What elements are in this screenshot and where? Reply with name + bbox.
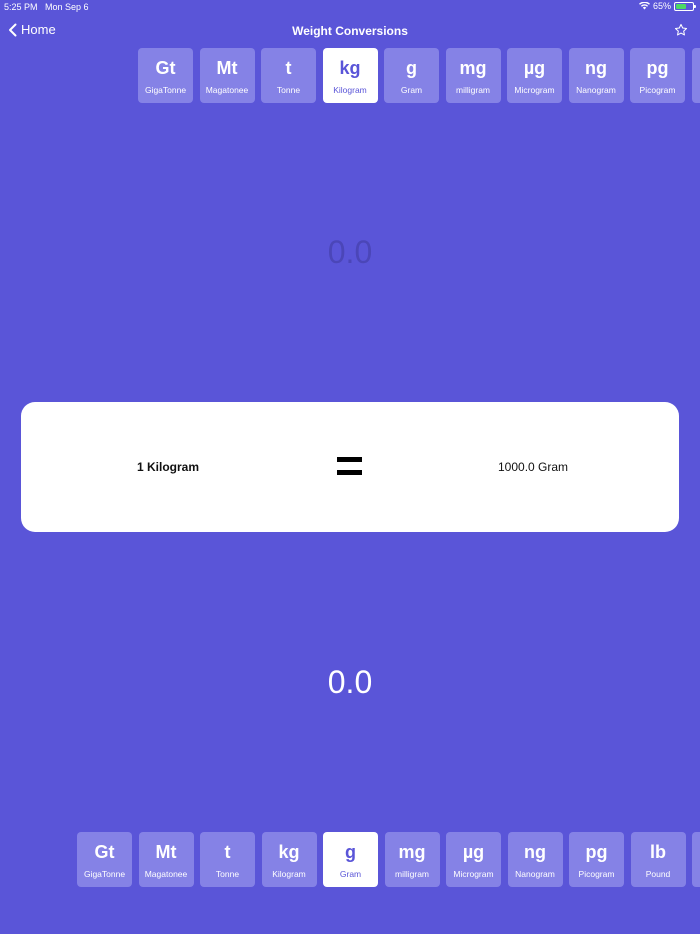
unit-tile-milligram[interactable]: mg milligram — [384, 832, 440, 887]
battery-icon — [674, 1, 696, 11]
unit-tile-nanogram[interactable]: ng Nanogram — [568, 48, 624, 103]
unit-symbol: Mt — [155, 842, 177, 862]
unit-name: Tonne — [215, 869, 240, 879]
unit-name: Kilogram — [333, 85, 367, 95]
unit-symbol: g — [406, 58, 417, 78]
unit-tile-kilogram[interactable]: kg Kilogram — [322, 48, 378, 103]
unit-symbol: ng — [524, 842, 546, 862]
status-date: Mon Sep 6 — [45, 2, 89, 12]
unit-symbol: µg — [462, 842, 485, 862]
unit-name: Pound — [645, 869, 671, 879]
unit-tile-nanogram[interactable]: ng Nanogram — [507, 832, 563, 887]
unit-tile-microgram[interactable]: µg Microgram — [446, 832, 501, 887]
equals-icon — [337, 457, 362, 476]
unit-symbol: Mt — [216, 58, 238, 78]
to-unit-selector: Gt GigaTonne Mt Magatonee t Tonne kg Kilogram g G… — [0, 832, 700, 888]
unit-tile-gigatonne[interactable]: Gt GigaTonne — [138, 48, 193, 103]
unit-symbol: Gt — [155, 58, 176, 78]
unit-name: milligram — [456, 85, 490, 95]
star-icon — [674, 23, 688, 36]
unit-name: Microgram — [514, 85, 555, 95]
unit-symbol: mg — [459, 58, 487, 78]
unit-symbol: mg — [398, 842, 426, 862]
nav-bar: Home Weight Conversions — [0, 18, 700, 44]
page-title: Weight Conversions — [292, 24, 408, 38]
unit-name: Picogram — [639, 85, 676, 95]
status-bar: 5:25 PM Mon Sep 6 65% — [0, 0, 700, 14]
unit-symbol: pg — [585, 842, 608, 862]
input-value[interactable]: 0.0 — [0, 234, 700, 271]
unit-name: GigaTonne — [144, 85, 187, 95]
unit-name: Magatonee — [205, 85, 249, 95]
unit-symbol: kg — [278, 842, 300, 862]
unit-symbol: Gt — [94, 842, 115, 862]
unit-tile-milligram[interactable]: mg milligram — [445, 48, 501, 103]
unit-symbol: t — [224, 842, 231, 862]
status-right: 65% — [638, 1, 696, 11]
unit-tile-microgram[interactable]: µg Microgram — [507, 48, 562, 103]
conversion-card: 1 Kilogram 1000.0 Gram — [21, 402, 679, 532]
unit-tile-picogram[interactable]: pg Picogram — [569, 832, 624, 887]
unit-tile-tonne[interactable]: t Tonne — [261, 48, 316, 103]
unit-name: Nanogram — [576, 85, 616, 95]
unit-name: Gram — [400, 85, 423, 95]
from-unit-selector: Gt GigaTonne Mt Magatonee t Tonne kg Kilogram g G… — [0, 48, 700, 104]
unit-name: GigaTonne — [83, 869, 126, 879]
unit-name: Gram — [339, 869, 362, 879]
favorite-button[interactable] — [674, 23, 688, 42]
battery-percent: 65% — [652, 1, 671, 11]
unit-symbol: kg — [339, 58, 361, 78]
unit-name: Nanogram — [515, 869, 555, 879]
battery-fill — [676, 3, 687, 9]
unit-name: Kilogram — [272, 869, 306, 879]
unit-tile-magatonee[interactable]: Mt Magatonee — [199, 48, 255, 103]
unit-tile-tonne[interactable]: t Tonne — [200, 832, 255, 887]
unit-symbol: g — [345, 842, 356, 862]
unit-name: milligram — [395, 869, 429, 879]
output-value: 0.0 — [327, 664, 373, 700]
unit-tile-magatonee[interactable]: Mt Magatonee — [138, 832, 194, 887]
conversion-from: 1 Kilogram — [137, 460, 200, 474]
unit-name: Tonne — [276, 85, 301, 95]
status-time: 5:25 PM — [4, 2, 38, 12]
conversion-to: 1000.0 Gram — [498, 460, 569, 474]
unit-tile-gigatonne[interactable]: Gt GigaTonne — [77, 832, 132, 887]
unit-symbol: µg — [523, 58, 546, 78]
wifi-icon — [638, 2, 650, 10]
unit-tile-gram[interactable]: g Gram — [384, 48, 439, 103]
unit-tile-overflow[interactable] — [692, 832, 700, 887]
unit-symbol: ng — [585, 58, 607, 78]
unit-symbol: t — [285, 58, 292, 78]
unit-tile-pound[interactable]: lb Pound — [630, 832, 686, 887]
unit-name: Microgram — [453, 869, 494, 879]
unit-symbol: lb — [650, 842, 666, 862]
unit-tile-gram[interactable]: g Gram — [323, 832, 378, 887]
unit-name: Picogram — [578, 869, 615, 879]
unit-name: Magatonee — [144, 869, 188, 879]
unit-symbol: pg — [646, 58, 669, 78]
unit-tile-kilogram[interactable]: kg Kilogram — [261, 832, 317, 887]
unit-tile-overflow[interactable] — [691, 48, 700, 103]
unit-tile-picogram[interactable]: pg Picogram — [630, 48, 685, 103]
